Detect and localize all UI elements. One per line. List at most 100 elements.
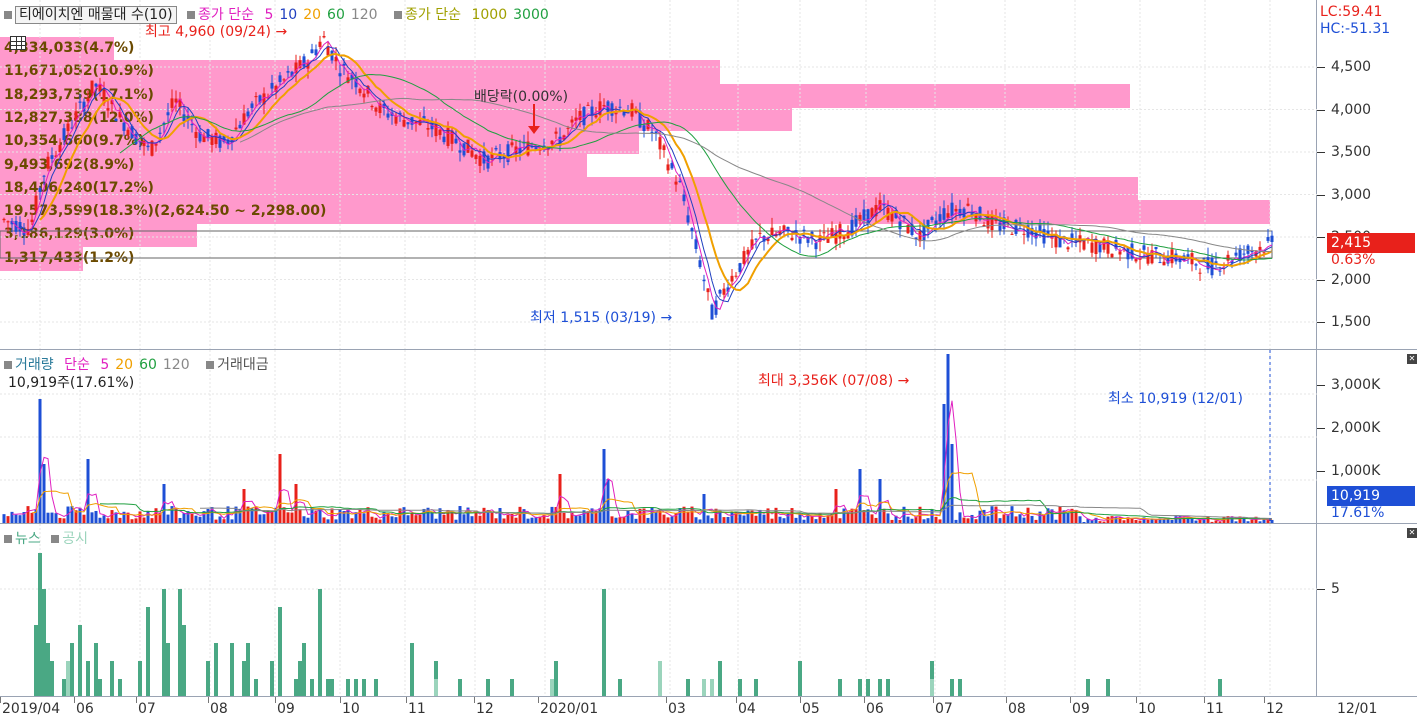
volume-bar xyxy=(762,514,766,523)
candle-body xyxy=(938,214,942,222)
y-tick-label: 3,500 xyxy=(1316,144,1372,160)
x-tick xyxy=(1070,697,1071,703)
disclosure-bar xyxy=(930,679,934,696)
volume-y-axis[interactable]: ✕ 3,000K 2,000K 1,000K 10,919 17.61% xyxy=(1316,350,1417,523)
candle-body xyxy=(466,139,470,153)
volume-bar xyxy=(254,506,258,523)
candle-body xyxy=(38,187,42,193)
candle-body xyxy=(738,263,742,273)
price-chart-svg[interactable] xyxy=(0,0,1317,349)
news-bar xyxy=(458,679,462,696)
volume-bar xyxy=(110,510,114,523)
volume-pane[interactable]: 거래량 단순 5 20 60 120 거래대금 10,919주(17.61%) 최대 … xyxy=(0,349,1417,523)
news-bar xyxy=(886,679,890,696)
volume-bar xyxy=(626,510,630,523)
volume-bar xyxy=(1174,516,1178,523)
x-tick xyxy=(933,697,934,703)
candle-body xyxy=(494,148,498,150)
candle-body xyxy=(1242,253,1246,255)
candle-body xyxy=(166,112,170,116)
candle-body xyxy=(42,175,46,177)
volume-bar xyxy=(950,444,954,523)
volume-bar xyxy=(1066,512,1070,523)
price-pane[interactable]: 4,334,033(4.7%) 11,671,052(10.9%) 18,293,7… xyxy=(0,0,1417,349)
volume-bar xyxy=(1018,514,1022,523)
x-axis-label: 11 xyxy=(408,701,426,717)
volume-bar xyxy=(298,509,302,523)
lc-label: LC:59.41 xyxy=(1320,4,1383,20)
volume-bar xyxy=(418,514,422,523)
y-tick-label: 3,000 xyxy=(1316,186,1372,203)
candle-body xyxy=(1022,233,1026,235)
candle-body xyxy=(822,232,826,234)
x-axis[interactable]: 2019/04 06 07 08 09 10 11 12 2020/01 03 04 05 06 07 08… xyxy=(0,696,1417,722)
volume-bar xyxy=(442,514,446,523)
volume-bar xyxy=(754,515,758,523)
candle-body xyxy=(1258,246,1262,251)
candle-body xyxy=(706,288,710,293)
volume-bar xyxy=(18,515,22,523)
candle-body xyxy=(250,103,254,108)
news-bar xyxy=(78,625,82,696)
candle-body xyxy=(594,115,598,118)
disclosure-bar xyxy=(710,679,714,696)
moving-average-line xyxy=(11,40,1273,310)
news-bar xyxy=(510,679,514,696)
volume-bar xyxy=(138,511,142,523)
candle-body xyxy=(402,120,406,127)
candle-body xyxy=(666,164,670,171)
candle-body xyxy=(842,236,846,240)
candle-body xyxy=(1142,245,1146,250)
news-pane[interactable]: 뉴스 공시 ✕ 5 xyxy=(0,523,1417,696)
news-y-axis[interactable]: ✕ 5 xyxy=(1317,524,1417,696)
candle-body xyxy=(662,145,666,151)
volume-bar xyxy=(982,509,986,523)
data-grid-icon[interactable] xyxy=(10,36,26,50)
candle-body xyxy=(270,82,274,89)
candle-body xyxy=(114,118,118,122)
dividend-arrow-head xyxy=(528,126,540,134)
price-y-axis[interactable]: LC:59.41 HC:-51.31 4,500 4,000 3,500 3,000 2… xyxy=(1316,0,1417,349)
candle-body xyxy=(126,129,130,136)
price-plot-area[interactable]: 4,334,033(4.7%) 11,671,052(10.9%) 18,293,7… xyxy=(0,0,1317,349)
candle-body xyxy=(438,129,442,136)
chart-title[interactable]: 티에이치엔 매물대 수(10) xyxy=(15,6,177,24)
volume-bar xyxy=(738,514,742,523)
news-bar xyxy=(162,589,166,696)
volume-bar xyxy=(302,516,306,523)
ma-period-label: 120 xyxy=(162,357,190,373)
news-bar xyxy=(278,607,282,696)
volume-bar xyxy=(662,514,666,523)
volume-bar xyxy=(414,515,418,523)
x-tick xyxy=(275,697,276,703)
volume-plot-area[interactable]: 거래량 단순 5 20 60 120 거래대금 10,919주(17.61%) 최대 … xyxy=(0,350,1317,523)
volume-bar xyxy=(462,514,466,523)
candle-body xyxy=(478,155,482,166)
candle-body xyxy=(434,124,438,137)
volume-bar xyxy=(2,514,6,523)
volume-bar xyxy=(266,510,270,523)
candle-body xyxy=(158,132,162,134)
volume-chart-svg[interactable] xyxy=(0,350,1317,523)
candle-body xyxy=(78,101,82,103)
close-pane-icon[interactable]: ✕ xyxy=(1407,354,1417,364)
news-bar xyxy=(38,553,42,696)
ma-period-label: 60 xyxy=(139,357,157,373)
volume-bar xyxy=(190,513,194,523)
candle-body xyxy=(998,222,1002,231)
news-bar xyxy=(602,589,606,696)
news-plot-area[interactable]: 뉴스 공시 xyxy=(0,524,1317,696)
news-bar xyxy=(958,679,962,696)
news-bar xyxy=(738,679,742,696)
candle-body xyxy=(30,219,34,223)
close-pane-icon[interactable]: ✕ xyxy=(1407,528,1417,538)
candle-body xyxy=(722,288,726,295)
volume-bar xyxy=(870,514,874,523)
x-tick xyxy=(340,697,341,703)
ma-periods: 5 10 20 60 120 xyxy=(264,7,383,23)
candle-body xyxy=(1090,242,1094,253)
candle-body xyxy=(322,35,326,38)
volume-bar xyxy=(94,510,98,523)
news-chart-svg[interactable] xyxy=(0,524,1317,696)
volume-bar xyxy=(482,507,486,523)
